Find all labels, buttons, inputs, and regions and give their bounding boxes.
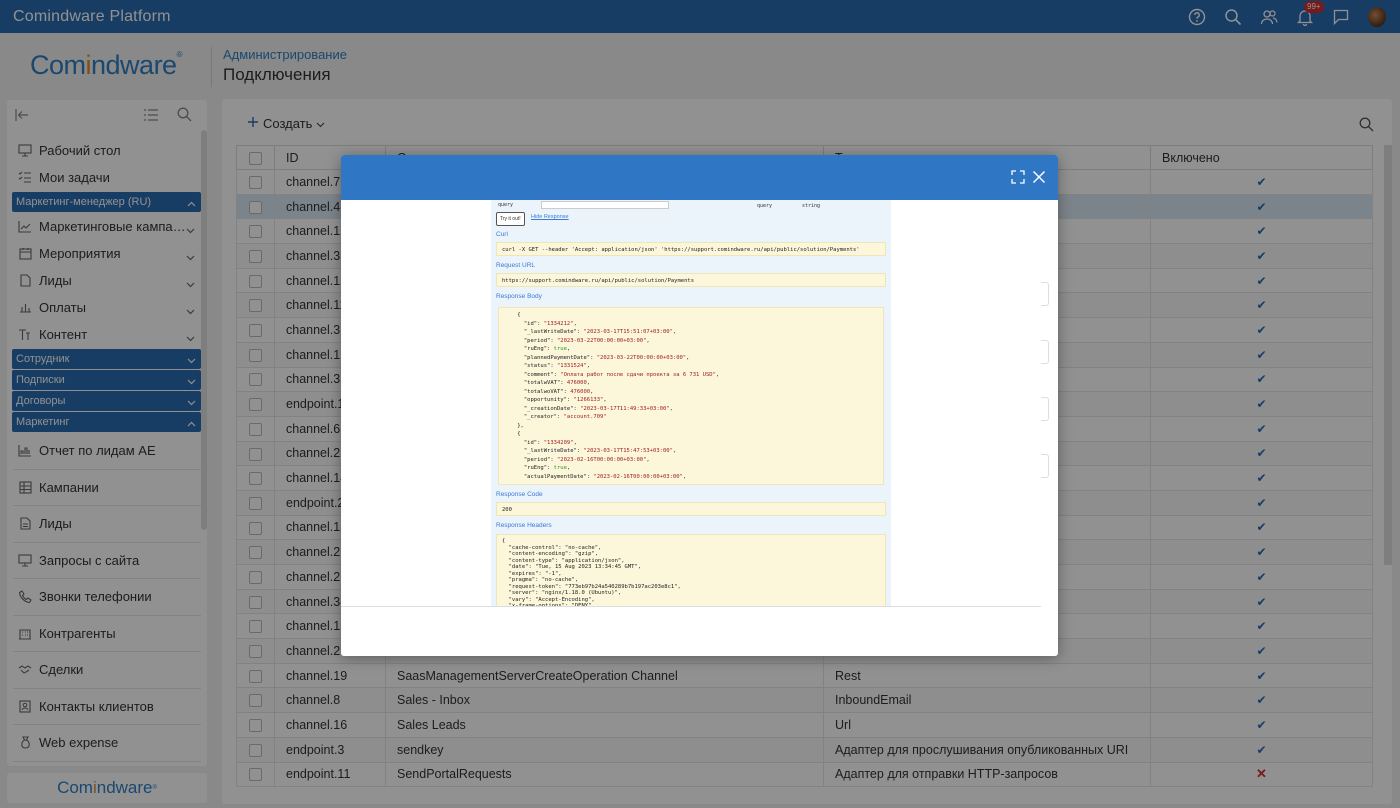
response-body-label: Response Body: [496, 293, 542, 300]
dialog-header: [341, 155, 1058, 200]
response-headers-box: { "cache-control": "no-cache", "content-…: [496, 534, 886, 606]
form-field-edge: [1041, 282, 1049, 306]
request-url-label: Request URL: [496, 262, 536, 269]
hide-response-link: Hide Response: [531, 214, 569, 220]
response-preview-dialog: query query string Try it out! Hide Resp…: [341, 155, 1058, 656]
dialog-body: query query string Try it out! Hide Resp…: [341, 200, 1058, 606]
param-input: [541, 201, 669, 209]
request-url-box: https://support.comindware.ru/api/public…: [496, 273, 886, 287]
response-code-label: Response Code: [496, 491, 543, 498]
form-field-edge: [1041, 454, 1049, 478]
try-it-out-button: Try it out!: [496, 212, 525, 226]
form-field-edge: [1041, 397, 1049, 421]
curl-label: Curl: [496, 231, 508, 238]
dialog-footer: [341, 606, 1041, 656]
response-body-box: { "id": "1334212", "_lastWriteDate": "20…: [498, 307, 884, 485]
close-icon[interactable]: [1032, 170, 1046, 187]
param-label: query: [757, 203, 773, 209]
expand-icon[interactable]: [1011, 170, 1025, 187]
param-type: string: [802, 203, 821, 209]
form-field-edge: [1041, 340, 1049, 364]
swagger-response-image: query query string Try it out! Hide Resp…: [491, 200, 891, 606]
response-headers-label: Response Headers: [496, 522, 552, 529]
curl-box: curl -X GET --header 'Accept: applicatio…: [496, 242, 886, 256]
param-name: query: [498, 202, 514, 208]
response-code-box: 200: [496, 502, 886, 516]
